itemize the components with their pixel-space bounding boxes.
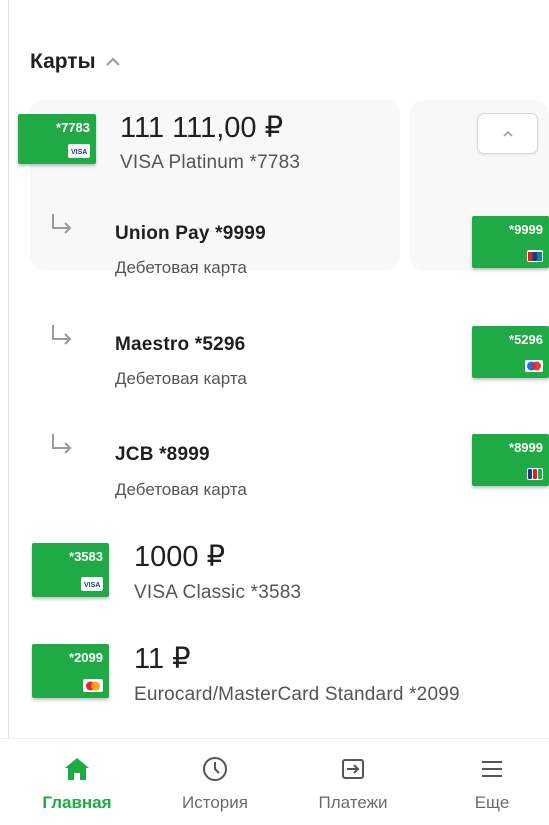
card-thumb-number: *2099 xyxy=(69,650,103,665)
card-description: VISA Platinum *7783 xyxy=(120,152,301,173)
maestro-logo-icon xyxy=(525,360,543,372)
card-thumbnail[interactable]: *2099 xyxy=(32,644,109,698)
card-thumbnail[interactable]: *8999 xyxy=(472,434,549,486)
card-description: VISA Classic *3583 xyxy=(134,582,302,603)
card-thumbnail[interactable]: *9999 xyxy=(472,216,549,268)
sub-card-type: Дебетовая карта xyxy=(115,369,247,388)
card-thumbnail[interactable]: *3583 VISA xyxy=(32,543,109,597)
card-description: Eurocard/MasterCard Standard *2099 xyxy=(134,684,460,705)
svg-text:VISA: VISA xyxy=(84,582,100,588)
card-thumb-number: *3583 xyxy=(69,549,103,564)
left-divider xyxy=(8,0,9,825)
clock-icon xyxy=(203,757,227,781)
chevron-up-icon xyxy=(502,130,513,137)
bottom-navigation: Главная История Платежи Еще xyxy=(0,738,549,825)
sub-item-arrow-icon xyxy=(52,214,72,234)
svg-text:VISA: VISA xyxy=(71,149,87,155)
mastercard-logo-icon xyxy=(83,679,103,692)
unionpay-logo-icon xyxy=(527,250,543,262)
sub-card-name[interactable]: JCB *8999 xyxy=(115,444,210,466)
card-thumb-number: *8999 xyxy=(509,440,543,455)
nav-label: История xyxy=(182,793,248,812)
card-balance: 111 111,00 ₽ xyxy=(120,112,284,144)
card-thumb-number: *5296 xyxy=(509,332,543,347)
nav-item-payments[interactable]: Платежи xyxy=(293,739,413,825)
collapse-button[interactable] xyxy=(477,113,538,154)
sub-card-name[interactable]: Union Pay *9999 xyxy=(115,223,266,245)
nav-label: Платежи xyxy=(318,793,388,812)
nav-item-home[interactable]: Главная xyxy=(17,739,137,825)
sub-card-type: Дебетовая карта xyxy=(115,480,247,499)
sub-item-arrow-icon xyxy=(52,434,72,454)
home-icon xyxy=(65,758,89,780)
transfer-icon xyxy=(342,759,364,779)
menu-icon xyxy=(482,761,502,777)
card-balance: 11 ₽ xyxy=(134,643,191,675)
nav-item-history[interactable]: История xyxy=(155,739,275,825)
jcb-logo-icon xyxy=(527,468,543,480)
chevron-up-icon xyxy=(105,57,120,66)
sub-item-arrow-icon xyxy=(52,325,72,345)
section-title: Карты xyxy=(30,50,96,73)
nav-label: Еще xyxy=(474,793,510,812)
visa-logo-icon: VISA xyxy=(68,144,90,158)
cards-section-header[interactable]: Карты xyxy=(30,50,122,74)
card-thumbnail[interactable]: *7783 VISA xyxy=(18,114,96,164)
card-balance: 1000 ₽ xyxy=(134,541,226,573)
card-thumbnail[interactable]: *5296 xyxy=(472,326,549,378)
sub-card-type: Дебетовая карта xyxy=(115,258,247,277)
nav-label: Главная xyxy=(42,793,112,812)
card-thumb-number: *9999 xyxy=(509,222,543,237)
card-thumb-number: *7783 xyxy=(56,120,90,135)
visa-logo-icon: VISA xyxy=(81,577,103,591)
sub-card-name[interactable]: Maestro *5296 xyxy=(115,334,245,356)
nav-item-more[interactable]: Еще xyxy=(432,739,549,825)
